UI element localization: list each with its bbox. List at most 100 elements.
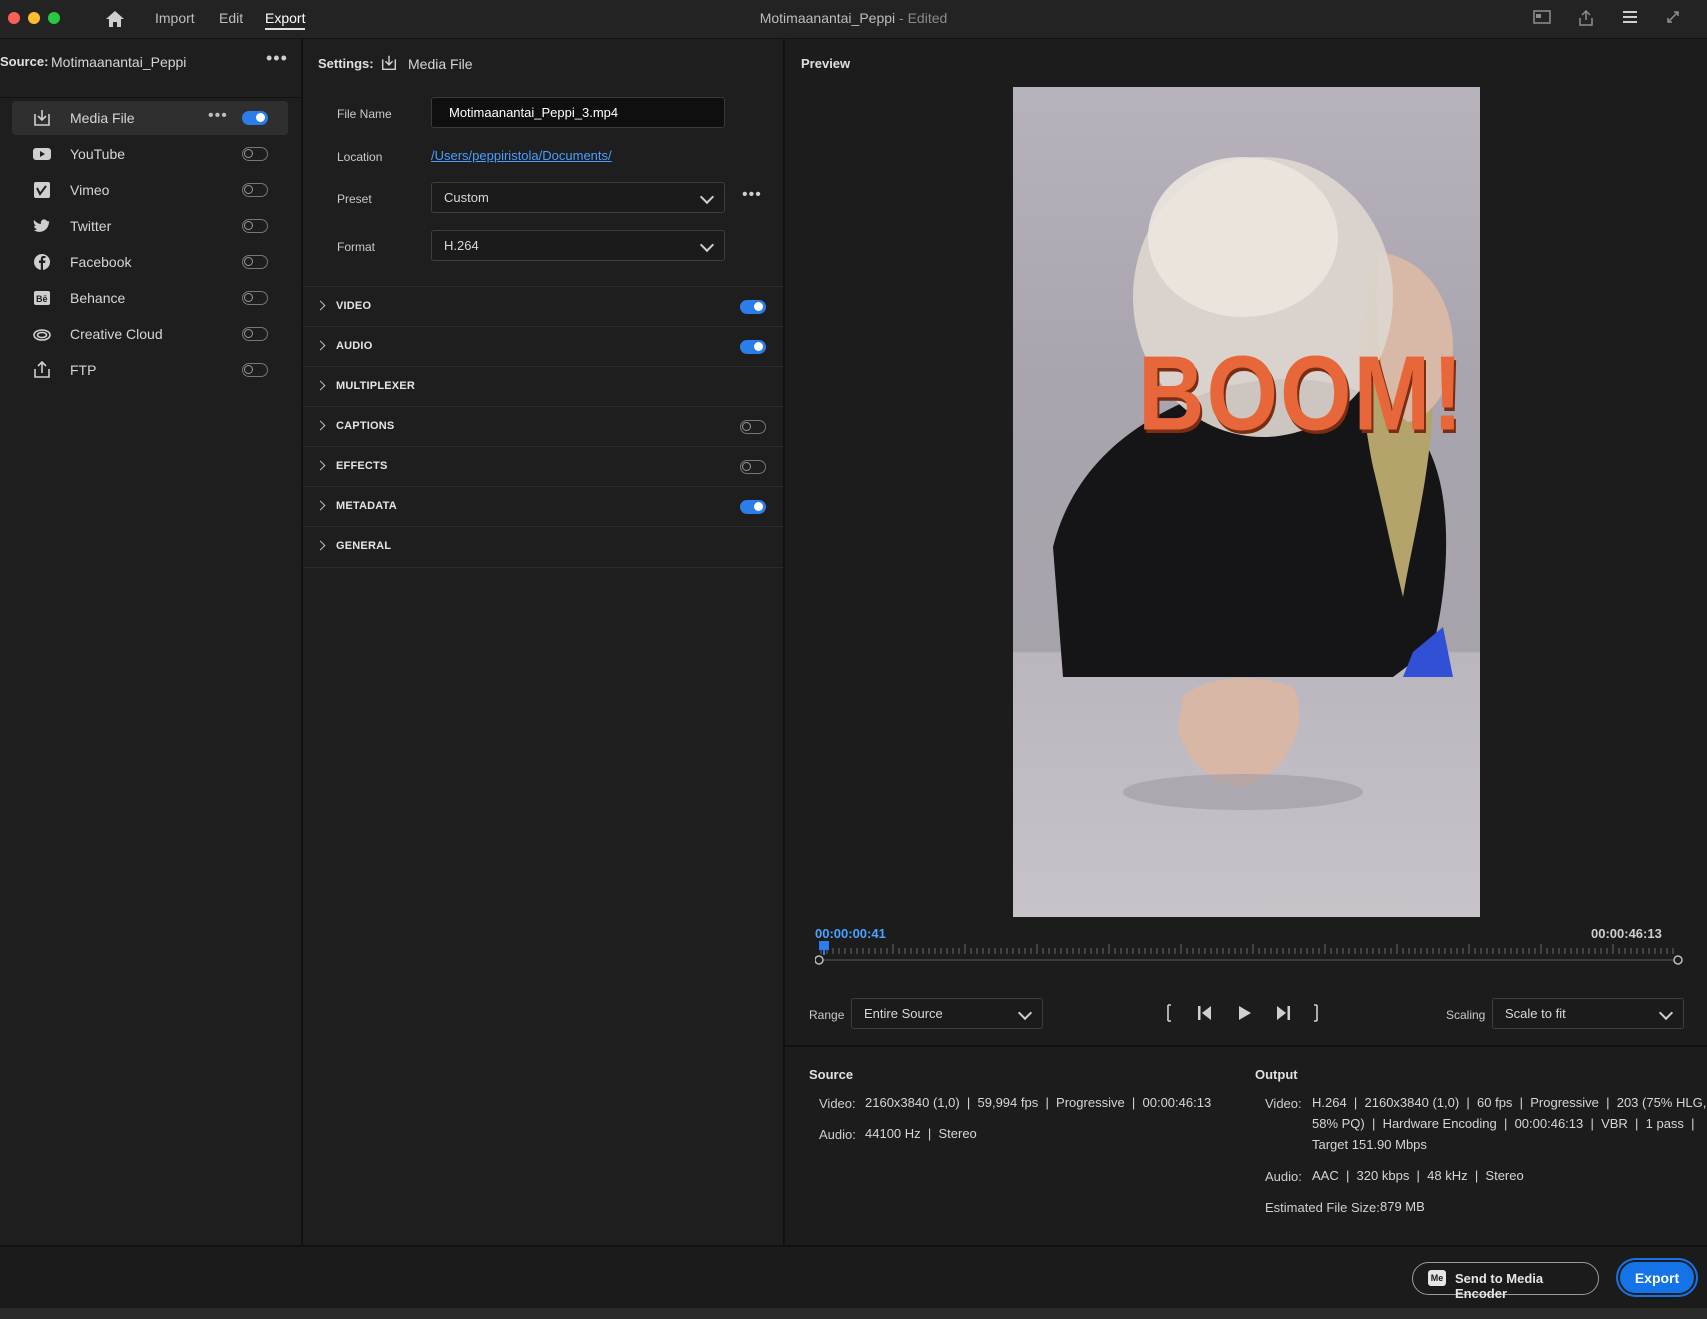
scaling-label: Scaling (1446, 1008, 1486, 1022)
metadata-toggle[interactable] (740, 500, 766, 514)
bottom-action-bar: Me Send to Media Encoder Export (0, 1245, 1707, 1310)
title-bar: Import Edit Export Motimaanantai_Peppi -… (0, 0, 1707, 39)
output-audio-label: Audio: (1265, 1169, 1302, 1184)
set-in-point-icon[interactable] (1161, 1003, 1175, 1023)
media-file-icon (32, 108, 52, 128)
fullscreen-icon[interactable] (1663, 9, 1683, 29)
menu-edit[interactable]: Edit (219, 10, 243, 26)
location-label: Location (337, 150, 383, 164)
destination-more-icon[interactable]: ••• (208, 107, 228, 125)
format-dropdown[interactable]: H.264 (431, 230, 725, 261)
home-icon[interactable] (104, 9, 126, 29)
step-back-icon[interactable] (1195, 1003, 1215, 1023)
creative-cloud-toggle[interactable] (242, 327, 268, 341)
ftp-icon (32, 360, 52, 380)
section-title: GENERAL (336, 540, 392, 552)
destination-creative-cloud[interactable]: Creative Cloud (12, 317, 288, 351)
section-effects[interactable]: EFFECTS (303, 446, 783, 487)
estimated-size-label: Estimated File Size: (1265, 1200, 1380, 1215)
send-to-media-encoder-button[interactable]: Me Send to Media Encoder (1412, 1262, 1599, 1301)
location-link[interactable]: /Users/peppiristola/Documents/ (431, 148, 612, 163)
destination-label: YouTube (70, 146, 126, 162)
status-strip (0, 1308, 1707, 1319)
destination-vimeo[interactable]: Vimeo (12, 173, 288, 207)
section-multiplexer[interactable]: MULTIPLEXER (303, 366, 783, 407)
minimize-window-button[interactable] (28, 12, 40, 24)
destination-label: Facebook (70, 254, 132, 270)
workspace-icon[interactable] (1532, 9, 1552, 29)
destination-facebook[interactable]: Facebook (12, 245, 288, 279)
settings-panel: Settings: Media File File Name Motimaana… (303, 39, 785, 1245)
section-audio[interactable]: AUDIO (303, 326, 783, 367)
section-general[interactable]: GENERAL (303, 526, 783, 568)
chevron-down-icon (699, 237, 715, 253)
audio-toggle[interactable] (740, 340, 766, 354)
share-icon[interactable] (1576, 9, 1596, 29)
behance-toggle[interactable] (242, 291, 268, 305)
panel-menu-icon[interactable] (1620, 9, 1640, 29)
scaling-value: Scale to fit (1505, 1006, 1566, 1021)
destination-label: Vimeo (70, 182, 110, 198)
vimeo-toggle[interactable] (242, 183, 268, 197)
range-dropdown[interactable]: Entire Source (851, 998, 1043, 1029)
close-window-button[interactable] (8, 12, 20, 24)
chevron-right-icon (315, 420, 326, 431)
destination-label: Media File (70, 110, 135, 126)
captions-toggle[interactable] (740, 420, 766, 434)
menu-export[interactable]: Export (265, 10, 306, 30)
destination-media-file[interactable]: Media File ••• (12, 101, 288, 135)
section-title: MULTIPLEXER (336, 380, 415, 392)
source-more-icon[interactable]: ••• (266, 48, 288, 69)
media-file-toggle[interactable] (242, 111, 268, 125)
section-captions[interactable]: CAPTIONS (303, 406, 783, 447)
behance-icon: Bē (32, 288, 52, 308)
section-video[interactable]: VIDEO (303, 286, 783, 327)
timeline-scrubber[interactable] (814, 939, 1683, 969)
destination-ftp[interactable]: FTP (12, 353, 288, 387)
destination-behance[interactable]: Bē Behance (12, 281, 288, 315)
effects-toggle[interactable] (740, 460, 766, 474)
chevron-right-icon (315, 300, 326, 311)
boom-overlay-text: BOOM! (1138, 335, 1465, 453)
settings-label: Settings: (318, 56, 374, 71)
settings-target: Media File (408, 56, 473, 72)
output-video-line-2: 58% PQ) | Hardware Encoding | 00:00:46:1… (1312, 1116, 1695, 1131)
source-video-label: Video: (819, 1096, 856, 1111)
youtube-toggle[interactable] (242, 147, 268, 161)
output-video-line-1: H.264 | 2160x3840 (1,0) | 60 fps | Progr… (1312, 1095, 1707, 1110)
source-video-value: 2160x3840 (1,0) | 59,994 fps | Progressi… (865, 1095, 1212, 1110)
source-info-title: Source (809, 1067, 854, 1082)
play-icon[interactable] (1234, 1003, 1254, 1023)
file-name-input[interactable]: Motimaanantai_Peppi_3.mp4 (431, 97, 725, 128)
ftp-toggle[interactable] (242, 363, 268, 377)
section-title: VIDEO (336, 300, 372, 312)
project-name: Motimaanantai_Peppi (759, 10, 896, 26)
preset-dropdown[interactable]: Custom (431, 182, 725, 213)
set-out-point-icon[interactable] (1310, 1003, 1324, 1023)
file-name-label: File Name (337, 107, 392, 121)
source-label: Source: (0, 54, 49, 69)
source-audio-value: 44100 Hz | Stereo (865, 1126, 977, 1141)
destination-youtube[interactable]: YouTube (12, 137, 288, 171)
window-title: Motimaanantai_Peppi - Edited (0, 10, 1707, 26)
section-metadata[interactable]: METADATA (303, 486, 783, 527)
destination-label: Twitter (70, 218, 112, 234)
twitter-toggle[interactable] (242, 219, 268, 233)
preview-panel: Preview BOOM! 00:00:00:41 00:00:46:13 Ra… (785, 39, 1707, 1245)
preview-title: Preview (801, 56, 851, 71)
preset-more-icon[interactable]: ••• (742, 186, 762, 204)
video-toggle[interactable] (740, 300, 766, 314)
output-video-label: Video: (1265, 1096, 1302, 1111)
format-value: H.264 (444, 238, 479, 253)
maximize-window-button[interactable] (48, 12, 60, 24)
destination-twitter[interactable]: Twitter (12, 209, 288, 243)
facebook-toggle[interactable] (242, 255, 268, 269)
section-title: CAPTIONS (336, 420, 395, 432)
chevron-right-icon (315, 500, 326, 511)
step-forward-icon[interactable] (1273, 1003, 1293, 1023)
scaling-dropdown[interactable]: Scale to fit (1492, 998, 1684, 1029)
section-title: AUDIO (336, 340, 373, 352)
export-button[interactable]: Export (1620, 1262, 1694, 1293)
menu-import[interactable]: Import (155, 10, 195, 26)
facebook-icon (32, 252, 52, 272)
